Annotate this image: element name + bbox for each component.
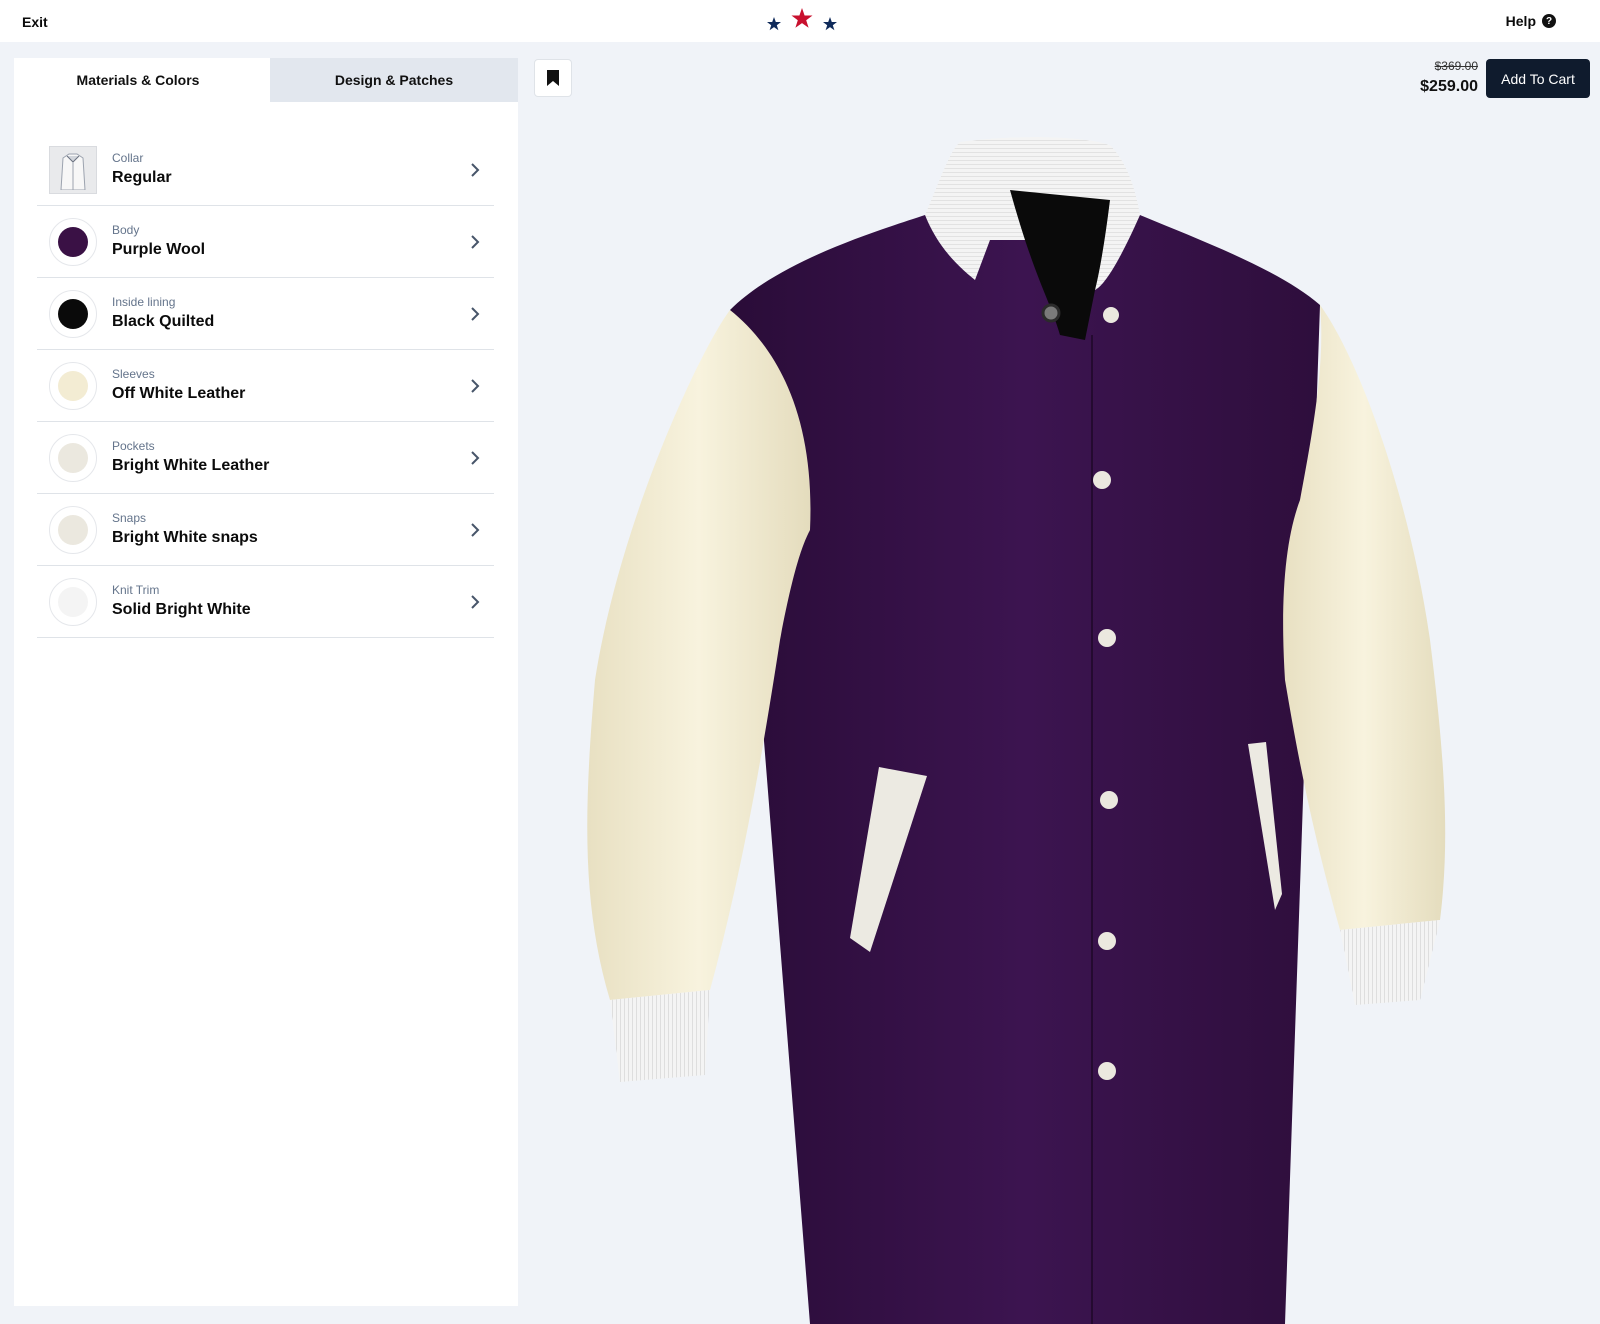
panel-tabs: Materials & Colors Design & Patches	[14, 58, 518, 102]
chevron-right-icon	[471, 451, 480, 465]
option-value: Bright White snaps	[112, 528, 258, 546]
options-list: Collar Regular Body Purple Wool Inside l…	[37, 134, 494, 638]
color-swatch	[49, 217, 97, 266]
option-collar[interactable]: Collar Regular	[37, 134, 494, 206]
top-bar: Exit Help ?	[0, 0, 1600, 42]
option-label: Pockets	[112, 438, 155, 453]
tab-materials-colors[interactable]: Materials & Colors	[14, 58, 262, 102]
jacket-left-cuff	[610, 990, 710, 1082]
question-circle-icon: ?	[1542, 14, 1556, 28]
option-label: Snaps	[112, 510, 147, 525]
jacket-snap	[1103, 307, 1119, 323]
jacket-snap	[1098, 932, 1116, 950]
jacket-3d-preview[interactable]	[580, 120, 1480, 1324]
option-label: Sleeves	[112, 366, 155, 381]
option-label: Knit Trim	[112, 582, 160, 597]
option-inside-lining[interactable]: Inside lining Black Quilted	[37, 278, 494, 350]
collar-thumbnail-icon	[49, 145, 97, 194]
option-value: Off White Leather	[112, 384, 246, 402]
color-swatch	[49, 433, 97, 482]
option-label: Collar	[112, 150, 144, 165]
jacket-body	[730, 215, 1320, 1324]
jacket-snap	[1093, 471, 1111, 489]
tab-design-patches[interactable]: Design & Patches	[270, 58, 518, 102]
color-swatch	[49, 289, 97, 338]
original-price: $369.00	[1434, 59, 1478, 73]
option-value: Regular	[112, 168, 172, 186]
chevron-right-icon	[471, 235, 480, 249]
option-value: Purple Wool	[112, 240, 206, 258]
option-pockets[interactable]: Pockets Bright White Leather	[37, 422, 494, 494]
jacket-snap	[1100, 791, 1118, 809]
help-link[interactable]: Help ?	[1506, 13, 1556, 29]
color-swatch	[49, 505, 97, 554]
option-value: Black Quilted	[112, 312, 215, 330]
jacket-snap	[1098, 629, 1116, 647]
option-value: Solid Bright White	[112, 600, 251, 618]
jacket-snap	[1098, 1062, 1116, 1080]
color-swatch	[49, 577, 97, 626]
option-knit-trim[interactable]: Knit Trim Solid Bright White	[37, 566, 494, 638]
three-stars-logo-icon[interactable]	[764, 5, 840, 35]
chevron-right-icon	[471, 307, 480, 321]
jacket-snap	[1041, 303, 1061, 323]
option-sleeves[interactable]: Sleeves Off White Leather	[37, 350, 494, 422]
jacket-right-cuff	[1340, 920, 1440, 1005]
help-label: Help	[1505, 13, 1536, 29]
option-value: Bright White Leather	[112, 456, 270, 474]
option-snaps[interactable]: Snaps Bright White snaps	[37, 494, 494, 566]
bookmark-button[interactable]	[534, 59, 572, 97]
chevron-right-icon	[471, 523, 480, 537]
option-body[interactable]: Body Purple Wool	[37, 206, 494, 278]
current-price: $259.00	[1420, 78, 1478, 95]
chevron-right-icon	[471, 163, 480, 177]
option-label: Inside lining	[112, 294, 176, 309]
exit-link[interactable]: Exit	[22, 14, 48, 30]
bookmark-icon	[547, 70, 559, 86]
add-to-cart-button[interactable]: Add To Cart	[1486, 59, 1590, 98]
option-label: Body	[112, 222, 140, 237]
chevron-right-icon	[471, 595, 480, 609]
customizer-panel: Materials & Colors Design & Patches Coll…	[14, 58, 518, 1306]
color-swatch	[49, 361, 97, 410]
chevron-right-icon	[471, 379, 480, 393]
